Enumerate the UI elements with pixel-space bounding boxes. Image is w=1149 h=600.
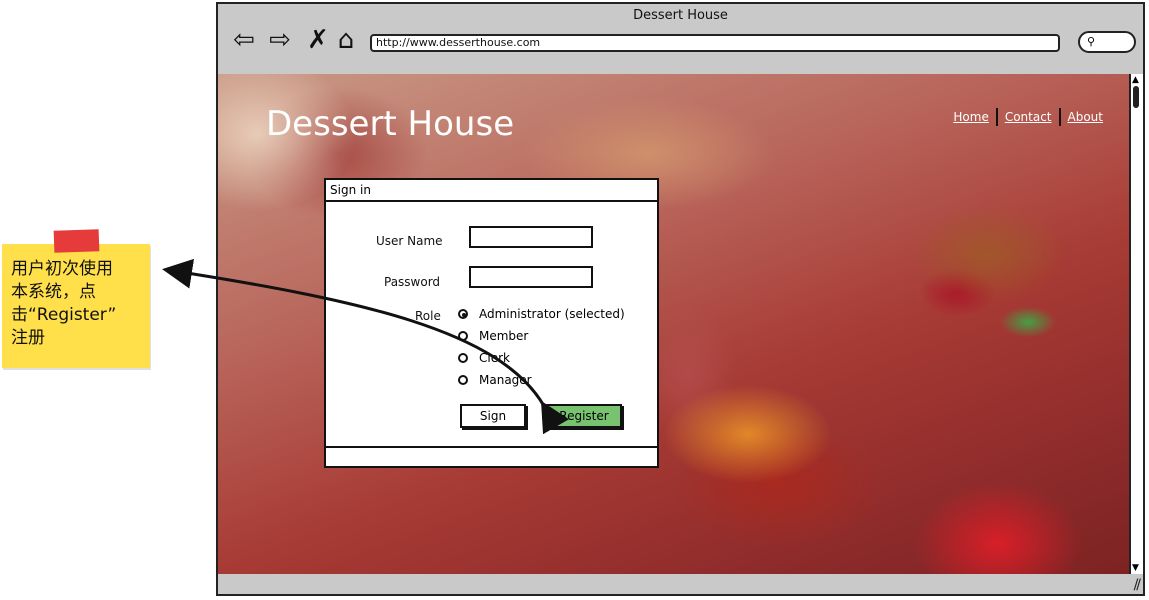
- arrow-line: [162, 258, 570, 435]
- annotation-arrow: [162, 258, 570, 435]
